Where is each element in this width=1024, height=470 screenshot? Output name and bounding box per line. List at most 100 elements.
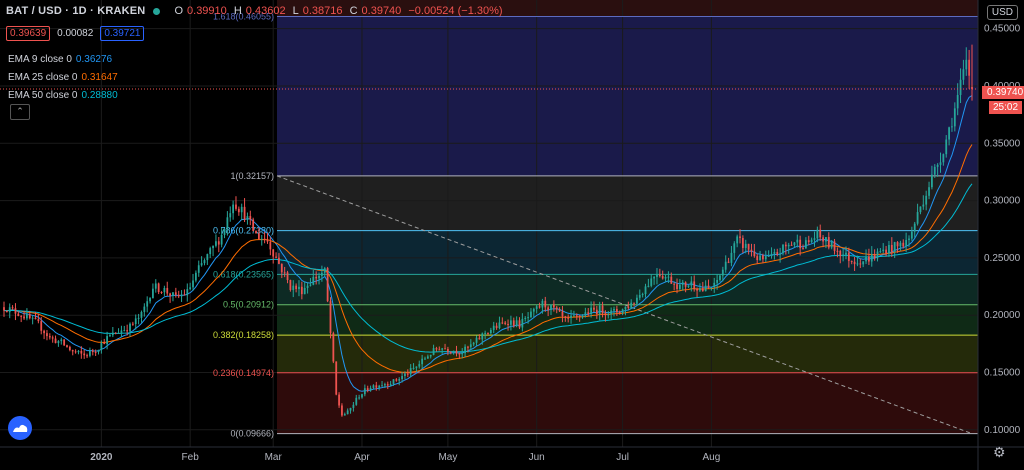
candle-body	[404, 373, 406, 377]
candle-body	[66, 345, 68, 347]
candle-body	[776, 252, 779, 255]
candle-body	[833, 241, 836, 251]
indicator-ema9[interactable]: EMA 9 close 0 0.36276	[8, 54, 112, 65]
candle-body	[60, 339, 63, 342]
candle-body	[186, 289, 189, 296]
candle-body	[896, 242, 899, 247]
candle-body	[278, 257, 280, 264]
candle-body	[630, 302, 633, 309]
candle-body	[813, 238, 816, 240]
candle-body	[203, 260, 206, 264]
candle-body	[610, 310, 613, 315]
candle-body	[352, 404, 355, 408]
candle-body	[269, 241, 272, 250]
candle-body	[888, 245, 890, 254]
candle-body	[240, 206, 243, 213]
candle-body	[329, 301, 332, 334]
candle-body	[3, 307, 5, 311]
spread-value: 0.00082	[57, 28, 94, 39]
candle-body	[235, 204, 237, 209]
close-label: C	[349, 5, 358, 17]
candle-body	[779, 253, 782, 255]
candle-body	[46, 333, 48, 337]
candle-body	[867, 256, 870, 262]
currency-button[interactable]: USD	[986, 5, 1018, 20]
candle-body	[618, 312, 621, 314]
candle-body	[593, 307, 595, 310]
fib-zone	[277, 274, 978, 305]
candle-body	[962, 69, 965, 80]
indicator-ema50[interactable]: EMA 50 close 0 0.28880	[8, 90, 118, 101]
candle-body	[799, 239, 802, 249]
candle-body	[309, 284, 312, 286]
fib-zone	[277, 16, 978, 176]
candle-body	[873, 254, 876, 259]
candle-body	[925, 195, 928, 205]
ask-button[interactable]: 0.39721	[100, 26, 145, 41]
open-label: O	[174, 5, 184, 17]
price-axis-label: 0.30000	[984, 196, 1021, 207]
candle-body	[143, 306, 146, 312]
candle-body	[759, 255, 761, 261]
candle-body	[953, 108, 956, 127]
candle-body	[899, 242, 902, 247]
indicator-ema25[interactable]: EMA 25 close 0 0.31647	[8, 72, 118, 83]
candle-body	[401, 376, 403, 380]
candle-body	[180, 294, 183, 297]
candle-body	[633, 302, 635, 304]
candle-body	[650, 278, 653, 286]
candle-body	[421, 358, 424, 365]
bid-button[interactable]: 0.39639	[6, 26, 51, 41]
candle-body	[839, 251, 842, 257]
candle-body	[928, 187, 930, 196]
candle-body	[177, 294, 180, 297]
candle-body	[34, 317, 37, 320]
candle-body	[206, 254, 209, 261]
candle-body	[827, 237, 830, 248]
fib-level-label: 0(0.09666)	[230, 429, 274, 439]
candle-body	[323, 268, 326, 273]
candle-body	[905, 239, 908, 247]
candle-body	[550, 304, 552, 310]
candle-body	[266, 239, 269, 242]
candle-body	[578, 315, 581, 317]
candle-body	[97, 349, 100, 353]
candle-body	[819, 229, 822, 238]
tradingview-logo-icon[interactable]	[8, 416, 32, 440]
candle-body	[8, 307, 11, 313]
candle-body	[303, 287, 306, 295]
candle-body	[300, 286, 303, 295]
candle-body	[862, 261, 865, 265]
candle-body	[134, 318, 137, 325]
collapse-indicators-button[interactable]: ⌃	[10, 104, 30, 120]
candle-body	[939, 162, 942, 165]
candle-body	[627, 306, 630, 309]
indicator-value: 0.31647	[81, 72, 118, 83]
price-axis-label: 0.35000	[984, 138, 1021, 149]
candle-body	[306, 285, 309, 288]
time-axis-label: Jun	[529, 452, 545, 463]
candle-body	[74, 351, 77, 353]
candle-body	[842, 254, 845, 257]
time-axis-label: Aug	[702, 452, 720, 463]
candle-body	[458, 353, 461, 355]
symbol-title[interactable]: BAT / USD · 1D · KRAKEN	[6, 5, 145, 17]
candle-body	[409, 367, 412, 375]
candle-body	[318, 275, 320, 279]
candle-body	[902, 242, 905, 247]
settings-gear-icon[interactable]: ⚙	[993, 444, 1006, 461]
candle-body	[845, 252, 847, 255]
price-axis-label: 0.25000	[984, 253, 1021, 264]
candle-body	[770, 253, 773, 257]
candle-body	[515, 320, 518, 326]
candle-body	[481, 333, 484, 340]
candle-body	[298, 286, 300, 290]
price-chart[interactable]: 1.618(0.46055)1(0.32157)0.786(0.27380)0.…	[0, 0, 1024, 470]
candle-body	[217, 241, 220, 245]
candle-body	[716, 279, 719, 283]
fib-level-label: 1(0.32157)	[230, 171, 274, 181]
candle-body	[876, 251, 879, 259]
candle-body	[498, 322, 501, 329]
candle-body	[48, 336, 51, 338]
candle-body	[152, 288, 154, 299]
